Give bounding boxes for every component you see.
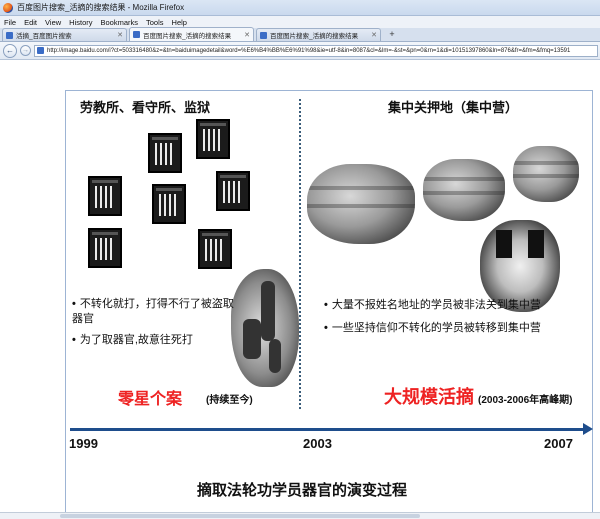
right-bullet: • 一些坚持信仰不转化的学员被转移到集中营	[324, 322, 541, 334]
menu-history[interactable]: History	[69, 18, 92, 27]
menu-file[interactable]: File	[4, 18, 16, 27]
close-icon[interactable]: ✕	[244, 31, 250, 39]
right-era-note: (2003-2006年高峰期)	[478, 395, 573, 406]
tab-label: 百度图片搜索_活摘的搜索结果	[143, 32, 232, 40]
left-era-label: 零星个案	[118, 391, 183, 408]
prison-cell-icon	[198, 229, 232, 269]
labor-camp-photo	[513, 146, 579, 202]
baidu-favicon-icon	[133, 31, 140, 38]
menu-view[interactable]: View	[45, 18, 61, 27]
baidu-favicon-icon	[6, 31, 13, 39]
horizontal-scrollbar[interactable]	[0, 512, 600, 519]
left-bullet: • 不转化就打，打得不行了被盗取器官	[72, 298, 234, 325]
prison-cell-icon	[148, 133, 182, 173]
window-titlebar: 百度图片搜索_活摘的搜索结果 - Mozilla Firefox	[0, 0, 600, 16]
menu-edit[interactable]: Edit	[24, 18, 37, 27]
timeline-axis	[70, 428, 590, 431]
prison-cell-icon	[216, 171, 250, 211]
right-bullet-text: 大量不报姓名地址的学员被非法关到集中营	[331, 299, 541, 311]
year-label: 2007	[544, 436, 573, 451]
back-button[interactable]: ←	[3, 43, 17, 58]
year-label: 1999	[69, 436, 98, 451]
tab-label: 活摘_百度图片搜索	[16, 33, 72, 40]
left-bullet: • 为了取器官,故意往死打	[72, 334, 193, 346]
navigation-toolbar: ← → http://image.baidu.com/i?ct=50331648…	[0, 42, 600, 60]
tab-2[interactable]: 百度图片搜索_活摘的搜索结果 ✕	[129, 27, 254, 41]
left-heading: 劳教所、看守所、监狱	[80, 100, 211, 115]
close-icon[interactable]: ✕	[371, 31, 377, 39]
baidu-favicon-icon	[260, 31, 267, 39]
url-text: http://image.baidu.com/i?ct=503316480&z=…	[47, 47, 571, 54]
new-tab-button[interactable]: +	[385, 29, 399, 41]
infographic-caption: 摘取法轮功学员器官的演变过程	[197, 482, 408, 499]
firefox-icon	[3, 2, 13, 13]
window-title: 百度图片搜索_活摘的搜索结果 - Mozilla Firefox	[17, 3, 185, 12]
prison-cell-icon	[88, 176, 122, 216]
labor-camp-photo	[307, 164, 415, 244]
prison-cell-icon	[196, 119, 230, 159]
close-icon[interactable]: ✕	[117, 31, 123, 39]
page-content: 劳教所、看守所、监狱 集中关押地（集中营） • 不转化就打，打得不行了被盗取器官…	[0, 61, 600, 519]
left-bullet-text: 为了取器官,故意往死打	[79, 334, 193, 346]
left-era-note: (持续至今)	[206, 395, 253, 406]
left-bullet-text: 不转化就打，打得不行了被盗取器官	[72, 298, 234, 325]
tab-label: 百度图片搜索_活摘的搜索结果	[270, 33, 359, 40]
menu-bookmarks[interactable]: Bookmarks	[101, 18, 139, 27]
tab-3[interactable]: 百度图片搜索_活摘的搜索结果 ✕	[256, 28, 381, 41]
timeline-arrow-icon	[583, 423, 593, 435]
tab-bar: 活摘_百度图片搜索 ✕ 百度图片搜索_活摘的搜索结果 ✕ 百度图片搜索_活摘的搜…	[0, 27, 600, 42]
torture-scene-illustration	[231, 269, 299, 387]
prison-cell-icon	[152, 184, 186, 224]
forward-button[interactable]: →	[20, 45, 31, 56]
menu-help[interactable]: Help	[172, 18, 187, 27]
right-heading: 集中关押地（集中营）	[388, 100, 519, 115]
prison-cell-icon	[88, 228, 122, 268]
labor-camp-photo	[423, 159, 505, 221]
infographic-image: 劳教所、看守所、监狱 集中关押地（集中营） • 不转化就打，打得不行了被盗取器官…	[65, 90, 593, 514]
right-era-label: 大规模活摘	[384, 387, 474, 407]
era-divider	[299, 99, 301, 409]
right-bullet-text: 一些坚持信仰不转化的学员被转移到集中营	[331, 322, 541, 334]
menu-tools[interactable]: Tools	[146, 18, 164, 27]
year-label: 2003	[303, 436, 332, 451]
menu-bar: File Edit View History Bookmarks Tools H…	[0, 16, 600, 28]
url-bar[interactable]: http://image.baidu.com/i?ct=503316480&z=…	[34, 44, 598, 57]
site-identity-icon[interactable]	[37, 47, 44, 54]
scrollbar-thumb[interactable]	[60, 514, 420, 518]
tab-1[interactable]: 活摘_百度图片搜索 ✕	[2, 28, 127, 41]
right-bullet: • 大量不报姓名地址的学员被非法关到集中营	[324, 299, 541, 311]
